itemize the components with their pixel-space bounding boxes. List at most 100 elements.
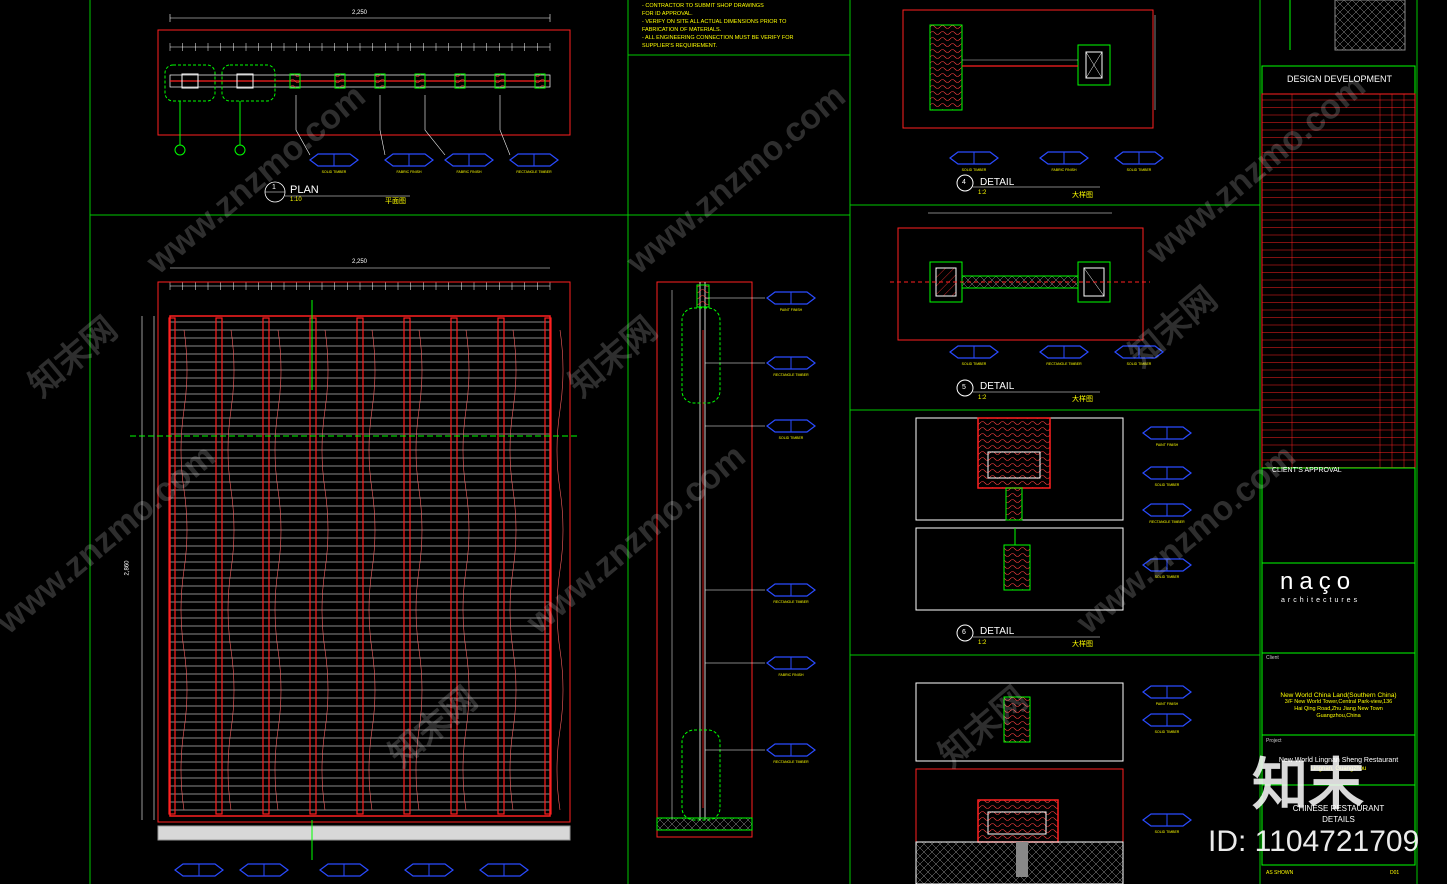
callout-label: RECTANGLE TIMBER <box>773 373 809 377</box>
timber-post <box>494 73 506 89</box>
callout-tag: RECTANGLE TIMBER <box>766 356 816 377</box>
drawing-scale: AS SHOWN <box>1266 870 1294 876</box>
plan-view: SOLID TIMBER FABRIC FINISH FABRIC FINISH RE… <box>157 14 571 203</box>
callout-tag: FABRIC FINISH <box>444 153 494 174</box>
callout-label: FABRIC FINISH <box>1051 168 1077 172</box>
callout-tag: SOLID TIMBER <box>1114 151 1164 172</box>
callout-tag: SOLID TIMBER <box>766 419 816 440</box>
cad-drawing-canvas: SOLID TIMBER FABRIC FINISH FABRIC FINISH RE… <box>89 0 1418 884</box>
note-line: - ALL ENGINEERING CONNECTION MUST BE VER… <box>642 35 794 41</box>
callout-label: SOLID TIMBER <box>322 170 347 174</box>
callout-label: RECTANGLE TIMBER <box>773 760 809 764</box>
callout-tag: FABRIC FINISH <box>384 153 434 174</box>
detail6-scale: 1:2 <box>978 640 987 646</box>
callout-label: FABRIC FINISH <box>396 170 422 174</box>
plan-cn: 平面图 <box>385 198 406 205</box>
detail4-title: DETAIL <box>980 177 1015 188</box>
callout-tag: SOLID TIMBER <box>949 345 999 366</box>
callout-tag: PAINT FINISH <box>766 291 816 312</box>
detail4-scale: 1:2 <box>978 190 987 196</box>
note-line: - CONTRACTOR TO SUBMIT SHOP DRAWINGS <box>642 3 764 9</box>
callout-tag: PAINT FINISH <box>1142 426 1192 447</box>
note-line: FOR ID APPROVAL. <box>642 11 693 17</box>
callout-label: SOLID TIMBER <box>962 362 987 366</box>
callout-tag <box>319 863 369 877</box>
callout-label: PAINT FINISH <box>780 308 803 312</box>
callout-label: SOLID TIMBER <box>1155 730 1180 734</box>
detail4-number: 4 <box>962 179 966 186</box>
callout-tag <box>479 863 529 877</box>
callout-label: RECTANGLE TIMBER <box>773 600 809 604</box>
detail6-title: DETAIL <box>980 626 1015 637</box>
firm-subtitle: architectures <box>1281 597 1361 604</box>
callout-tag: RECTANGLE TIMBER <box>766 583 816 604</box>
leader-line <box>424 95 446 156</box>
callout-label: PAINT FINISH <box>1156 702 1179 706</box>
callout-label: RECTANGLE TIMBER <box>1149 520 1185 524</box>
timber-post <box>289 73 301 89</box>
detail5-scale: 1:2 <box>978 395 987 401</box>
callout-label: SOLID TIMBER <box>1155 483 1180 487</box>
callout-tag: FABRIC FINISH <box>1039 151 1089 172</box>
callout-tag: SOLID TIMBER <box>1114 345 1164 366</box>
detail-7: PAINT FINISH SOLID TIMBER SOLID TIMBER <box>915 682 1192 884</box>
callout-label: SOLID TIMBER <box>962 168 987 172</box>
callout-tag: SOLID TIMBER <box>949 151 999 172</box>
callout-tag: SOLID TIMBER <box>1142 466 1192 487</box>
timber-post <box>334 73 346 89</box>
callout-tag: RECTANGLE TIMBER <box>1039 345 1089 366</box>
client-address: Hai Qing Road,Zhu Jiang New Town <box>1294 706 1383 712</box>
callout-label: RECTANGLE TIMBER <box>516 170 552 174</box>
detail-5: SOLID TIMBER RECTANGLE TIMBER SOLID TIMBER <box>890 212 1164 397</box>
callout-label: RECTANGLE TIMBER <box>1046 362 1082 366</box>
callout-tag: RECTANGLE TIMBER <box>509 153 559 174</box>
callout-label: FABRIC FINISH <box>778 673 804 677</box>
callout-label: SOLID TIMBER <box>779 436 804 440</box>
timber-post <box>534 73 546 89</box>
sheet-number: D01 <box>1390 870 1400 876</box>
callout-tag <box>404 863 454 877</box>
callout-label: SOLID TIMBER <box>1127 362 1152 366</box>
callout-tag: SOLID TIMBER <box>1142 813 1192 834</box>
detail6-cn: 大样图 <box>1072 641 1093 648</box>
detail6-number: 6 <box>962 629 966 636</box>
elevation-dimension: 2,250 <box>352 259 368 265</box>
watermark-logo: 知末 <box>1252 753 1364 816</box>
client-name: New World China Land(Southern China) <box>1280 692 1397 699</box>
detail-6: PAINT FINISH SOLID TIMBER RECTANGLE TIMBER… <box>915 417 1192 642</box>
detail5-cn: 大样图 <box>1072 396 1093 403</box>
callout-tag: RECTANGLE TIMBER <box>1142 503 1192 524</box>
wood-grain <box>556 329 564 811</box>
section-view: PAINT FINISH RECTANGLE TIMBER SOLID TIMBER… <box>656 281 816 838</box>
detail5-number: 5 <box>962 384 966 391</box>
client-address: 3/F New World Tower,Central Park-view,13… <box>1284 699 1393 705</box>
callout-tag: SOLID TIMBER <box>1142 713 1192 734</box>
callout-label: PAINT FINISH <box>1156 443 1179 447</box>
timber-post <box>374 73 386 89</box>
detail4-cn: 大样图 <box>1072 192 1093 199</box>
general-notes: - CONTRACTOR TO SUBMIT SHOP DRAWINGS FOR… <box>642 2 793 50</box>
callout-label: FABRIC FINISH <box>456 170 482 174</box>
client-block: New World China Land(Southern China) 3/F… <box>1262 692 1415 720</box>
note-line: - VERIFY ON SITE ALL ACTUAL DIMENSIONS P… <box>642 19 787 25</box>
note-line: FABRICATION OF MATERIALS. <box>642 27 722 33</box>
callout-tag: FABRIC FINISH <box>766 656 816 677</box>
callout-tag: PAINT FINISH <box>1142 685 1192 706</box>
detail-4: SOLID TIMBER FABRIC FINISH SOLID TIMBER <box>902 9 1164 192</box>
plan-border <box>157 29 571 136</box>
stage-title: DESIGN DEVELOPMENT <box>1287 74 1393 84</box>
firm-logo: naço <box>1280 568 1357 595</box>
plan-scale: 1:10 <box>290 197 302 203</box>
elevation-height-dim: 2,860 <box>124 560 131 576</box>
watermark-id: ID: 1104721709 <box>1208 825 1420 858</box>
plan-title: PLAN <box>290 184 319 196</box>
elevation-view <box>130 267 580 877</box>
callout-label: SOLID TIMBER <box>1127 168 1152 172</box>
leader-line <box>295 95 311 156</box>
timber-post <box>414 73 426 89</box>
leader-line <box>379 95 386 156</box>
client-approval: CLIENT'S APPROVAL <box>1272 467 1342 474</box>
timber-post <box>454 73 466 89</box>
leader-line <box>499 95 511 156</box>
callout-tag <box>239 863 289 877</box>
